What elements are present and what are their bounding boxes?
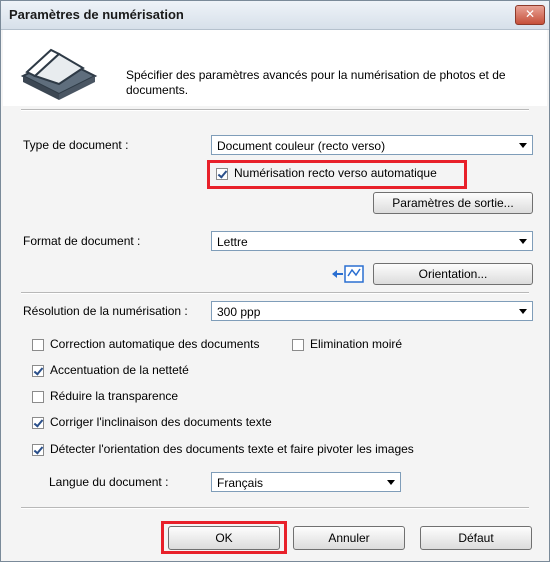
auto-duplex-label: Numérisation recto verso automatique [234, 166, 437, 180]
resolution-select[interactable]: 300 ppp [211, 301, 533, 321]
auto-correct-label: Correction automatique des documents [50, 337, 260, 351]
chevron-down-icon [519, 143, 527, 148]
unsharp-mask-checkbox[interactable] [32, 365, 44, 377]
auto-correct-checkbox[interactable] [32, 339, 44, 351]
dialog-description: Spécifier des paramètres avancés pour la… [126, 68, 506, 97]
descreen-checkbox[interactable] [292, 339, 304, 351]
document-type-select[interactable]: Document couleur (recto verso) [211, 135, 533, 155]
document-type-label: Type de document : [23, 138, 129, 152]
title-bar[interactable]: Paramètres de numérisation ✕ [1, 1, 549, 30]
reduce-show-through-label: Réduire la transparence [50, 389, 179, 403]
size-divider [21, 292, 529, 294]
detect-orientation-checkbox[interactable] [32, 444, 44, 456]
output-settings-button[interactable]: Paramètres de sortie... [373, 192, 533, 214]
close-button[interactable]: ✕ [515, 5, 545, 25]
auto-duplex-checkbox[interactable] [216, 168, 228, 180]
document-type-value: Document couleur (recto verso) [217, 139, 386, 153]
language-select[interactable]: Français [211, 472, 401, 492]
cancel-button[interactable]: Annuler [293, 526, 405, 550]
orientation-button[interactable]: Orientation... [373, 263, 533, 285]
default-button[interactable]: Défaut [420, 526, 532, 550]
window-title: Paramètres de numérisation [9, 7, 184, 22]
settings-dialog: Paramètres de numérisation ✕ Spécifier d… [0, 0, 550, 562]
language-value: Français [217, 476, 264, 490]
footer-divider [21, 507, 529, 509]
header-divider [21, 109, 529, 111]
orientation-icon [332, 265, 364, 283]
document-size-select[interactable]: Lettre [211, 231, 533, 251]
detect-orientation-label: Détecter l'orientation des documents tex… [50, 442, 414, 456]
language-label: Langue du document : [49, 475, 169, 489]
document-size-label: Format de document : [23, 234, 141, 248]
correct-slant-checkbox[interactable] [32, 417, 44, 429]
unsharp-mask-label: Accentuation de la netteté [50, 363, 189, 377]
chevron-down-icon [387, 480, 395, 485]
scanner-icon [20, 48, 98, 100]
resolution-label: Résolution de la numérisation : [23, 304, 188, 318]
correct-slant-label: Corriger l'inclinaison des documents tex… [50, 415, 272, 429]
dialog-header: Spécifier des paramètres avancés pour la… [3, 30, 547, 106]
close-icon: ✕ [524, 7, 536, 21]
reduce-show-through-checkbox[interactable] [32, 391, 44, 403]
chevron-down-icon [519, 309, 527, 314]
descreen-label: Elimination moiré [310, 337, 403, 351]
document-size-value: Lettre [217, 235, 248, 249]
resolution-value: 300 ppp [217, 305, 261, 319]
ok-button[interactable]: OK [168, 526, 280, 550]
chevron-down-icon [519, 239, 527, 244]
